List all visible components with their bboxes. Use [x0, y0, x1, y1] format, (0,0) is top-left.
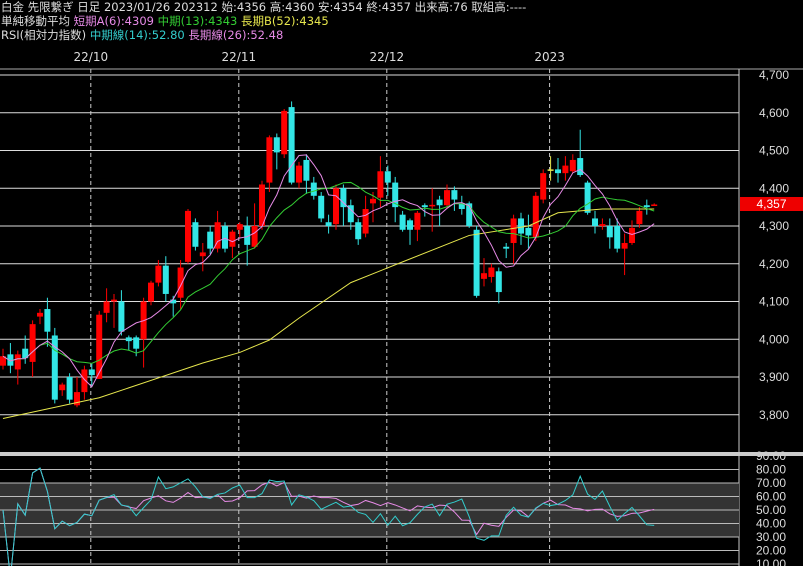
- candle-body: [629, 227, 635, 243]
- price-tick-label: 3,800: [759, 408, 789, 422]
- rsi-tick-label: 50.00: [756, 503, 786, 517]
- candle-body: [318, 195, 325, 219]
- candle-body: [503, 246, 510, 249]
- price-tick-label: 4,200: [759, 257, 789, 271]
- candle-body: [44, 309, 51, 332]
- candle-body: [569, 159, 576, 172]
- candle-body: [651, 204, 658, 206]
- candle-body: [59, 384, 66, 391]
- candle-body: [614, 226, 621, 249]
- candle-body: [518, 218, 524, 234]
- candle-body: [547, 169, 554, 171]
- price-tick-label: 4,400: [759, 181, 789, 195]
- rsi-tick-label: 80.00: [756, 463, 786, 477]
- candle-body: [162, 265, 169, 294]
- candle-body: [525, 227, 532, 236]
- candle-body: [148, 282, 154, 302]
- candle-body: [606, 226, 613, 238]
- rsi-tick-label: 60.00: [756, 490, 786, 504]
- price-tick-label: 4,600: [759, 106, 789, 120]
- panel-separator: [0, 452, 803, 456]
- candle-body: [414, 212, 421, 230]
- candle-body: [192, 222, 199, 247]
- candle-body: [562, 165, 569, 174]
- candle-body: [125, 337, 132, 342]
- candle-body: [66, 377, 73, 400]
- candle-body: [636, 210, 643, 225]
- candle-body: [229, 231, 236, 247]
- candle-body: [29, 324, 36, 362]
- candle-body: [451, 190, 458, 200]
- candle-body: [333, 188, 339, 225]
- ma-long-line: [2, 208, 655, 420]
- candle-body: [599, 224, 606, 226]
- candle-body: [399, 214, 406, 230]
- price-tick-label: 4,700: [759, 68, 789, 82]
- candle-body: [310, 182, 317, 196]
- candle-body: [355, 222, 362, 240]
- candle-body: [377, 171, 384, 198]
- candle-body: [207, 231, 214, 249]
- candle-body: [481, 273, 487, 279]
- candle-body: [384, 171, 391, 183]
- candle-body: [288, 107, 295, 183]
- rsi-tick-label: 20.00: [756, 544, 786, 558]
- candle-body: [177, 267, 184, 298]
- candlestick-chart[interactable]: 4,700 4,600 4,500 4,400 4,300 4,200 4,100 4,000…: [0, 0, 803, 566]
- date-label: 2023: [534, 50, 565, 64]
- candle-body: [592, 218, 598, 226]
- candle-body: [37, 312, 43, 317]
- candle-body: [325, 222, 332, 226]
- rsi-tick-label: 10.00: [756, 557, 786, 566]
- rsi-tick-label: 70.00: [756, 476, 786, 490]
- current-price-marker: 4,357: [740, 197, 803, 212]
- candle-body: [273, 137, 280, 153]
- candle-body: [303, 159, 310, 181]
- candle-body: [222, 226, 228, 249]
- candle-body: [362, 209, 369, 234]
- candle-body: [103, 301, 110, 313]
- candle-body: [296, 165, 302, 183]
- candle-body: [436, 199, 443, 206]
- rsi-tick-label: 40.00: [756, 517, 786, 531]
- candle-body: [370, 198, 376, 204]
- price-tick-label: 4,000: [759, 332, 789, 346]
- candle-body: [621, 242, 628, 249]
- candle-body: [259, 184, 265, 226]
- candle-body: [118, 301, 125, 332]
- candle-body: [81, 369, 88, 393]
- candle-body: [155, 265, 162, 283]
- candle-body: [540, 173, 547, 200]
- candle-body: [251, 226, 258, 247]
- candle-body: [488, 267, 495, 277]
- candle-body: [473, 229, 480, 296]
- date-label: 22/10: [73, 50, 109, 64]
- candle-body: [495, 271, 502, 293]
- price-tick-label: 4,300: [759, 219, 789, 233]
- candle-body: [577, 158, 584, 176]
- candle-body: [111, 299, 117, 302]
- price-tick-label: 3,900: [759, 370, 789, 384]
- candle-body: [266, 137, 273, 183]
- date-label: 22/11: [221, 50, 257, 64]
- date-label: 22/12: [369, 50, 405, 64]
- price-tick-label: 4,500: [759, 144, 789, 158]
- candle-body: [643, 205, 650, 208]
- candle-body: [88, 369, 95, 376]
- candle-body: [407, 220, 413, 230]
- candle-body: [444, 190, 450, 206]
- candle-body: [236, 224, 243, 230]
- candle-body: [133, 337, 140, 349]
- candle-body: [429, 204, 436, 207]
- candle-body: [584, 182, 591, 213]
- candle-body: [185, 210, 191, 262]
- price-tick-label: 4,100: [759, 295, 789, 309]
- candle-body: [555, 169, 561, 174]
- candle-body: [421, 205, 428, 208]
- candle-body: [14, 354, 21, 370]
- candle-body: [199, 252, 206, 257]
- candle-body: [510, 218, 517, 243]
- candle-body: [281, 110, 288, 155]
- rsi-tick-label: 30.00: [756, 530, 786, 544]
